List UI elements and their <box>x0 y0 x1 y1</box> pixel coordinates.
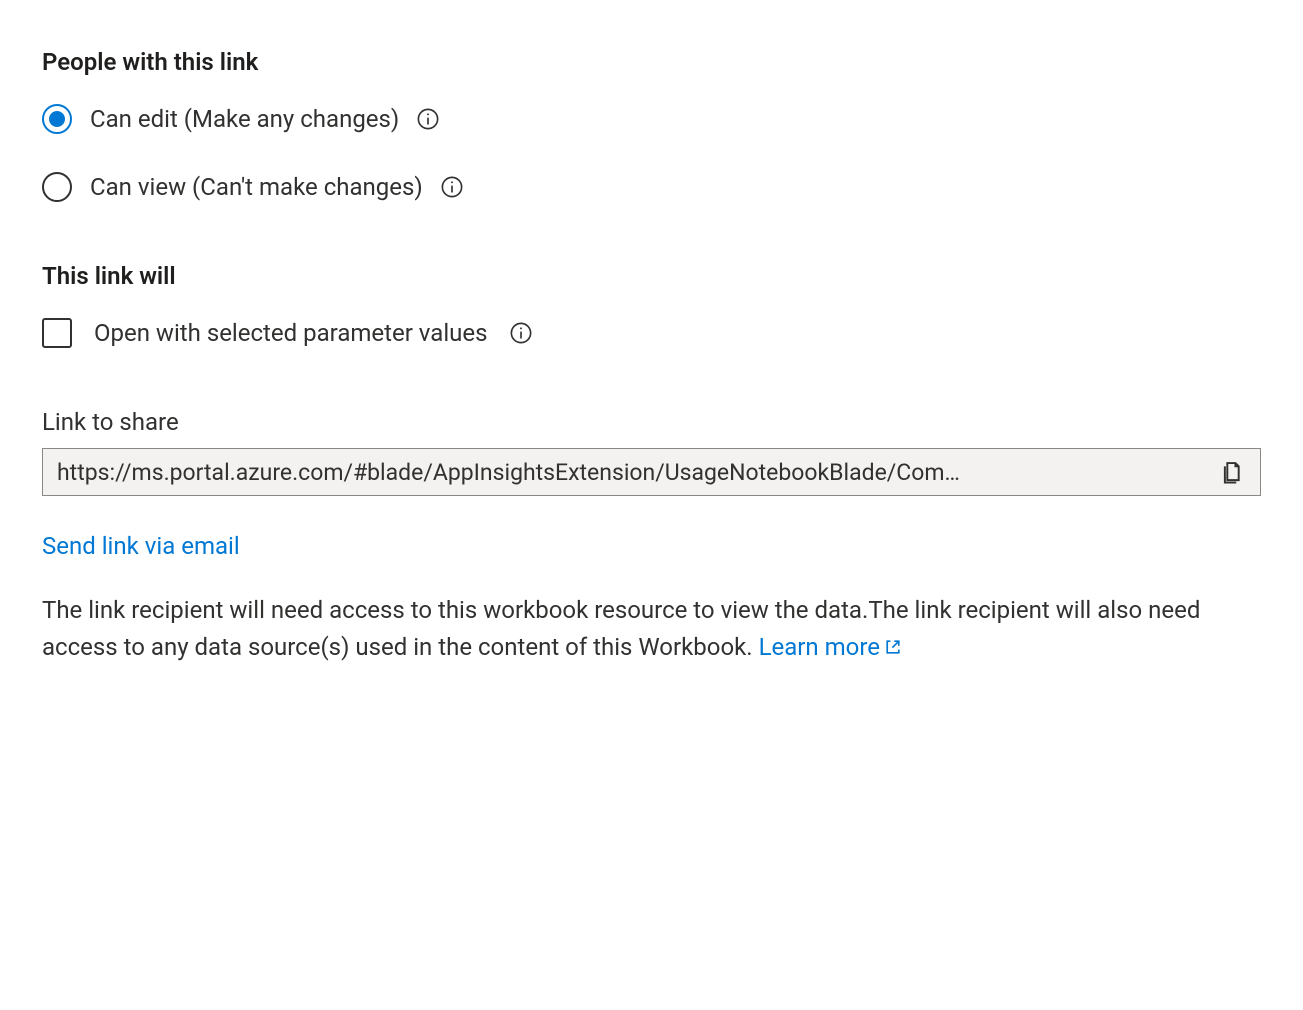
radio-can-view-label: Can view (Can't make changes) <box>90 173 423 201</box>
radio-can-edit-label: Can edit (Make any changes) <box>90 105 399 133</box>
info-icon[interactable] <box>510 322 532 344</box>
radio-can-edit[interactable]: Can edit (Make any changes) <box>42 104 1261 134</box>
external-link-icon <box>884 630 902 667</box>
share-url-input[interactable] <box>57 459 1208 486</box>
link-input-container <box>42 448 1261 496</box>
copy-icon[interactable] <box>1220 459 1246 485</box>
radio-can-edit-control[interactable] <box>42 104 72 134</box>
checkbox-open-with-params-control[interactable] <box>42 318 72 348</box>
access-note: The link recipient will need access to t… <box>42 592 1202 666</box>
permission-radio-group: Can edit (Make any changes) Can view (Ca… <box>42 104 1261 202</box>
people-with-link-heading: People with this link <box>42 48 1261 76</box>
this-link-will-heading: This link will <box>42 262 1261 290</box>
radio-can-view-control[interactable] <box>42 172 72 202</box>
checkbox-open-with-params[interactable]: Open with selected parameter values <box>42 318 1261 348</box>
send-link-via-email[interactable]: Send link via email <box>42 532 240 560</box>
access-note-text: The link recipient will need access to t… <box>42 596 1200 661</box>
radio-can-view[interactable]: Can view (Can't make changes) <box>42 172 1261 202</box>
info-icon[interactable] <box>441 176 463 198</box>
link-to-share-label: Link to share <box>42 408 1261 436</box>
info-icon[interactable] <box>417 108 439 130</box>
learn-more-link[interactable]: Learn more <box>759 633 902 661</box>
checkbox-open-with-params-label: Open with selected parameter values <box>94 319 488 347</box>
